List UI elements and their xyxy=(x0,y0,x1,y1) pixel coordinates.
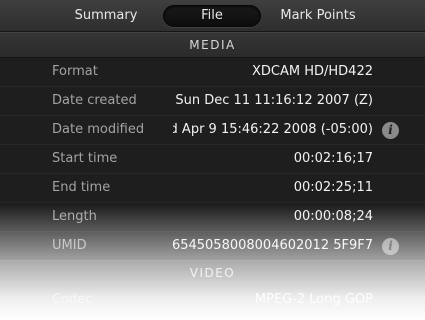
umid-value: 060A2B340101010501010D4313000000A010EF19… xyxy=(173,238,373,253)
umid-label: UMID xyxy=(52,238,87,253)
row-end-time: End time 00:02:25;11 xyxy=(0,174,425,203)
end-time-value: 00:02:25;11 xyxy=(293,180,373,195)
date-modified-text: Wed Apr 9 15:46:22 2008 (-05:00) xyxy=(173,122,373,137)
umid-info-icon[interactable]: i xyxy=(382,238,399,255)
codec-value: MPEG-2 Long GOP xyxy=(254,292,373,307)
section-header-video: VIDEO xyxy=(0,260,425,286)
tab-file[interactable]: File xyxy=(163,5,261,27)
codec-label: Codec xyxy=(52,292,93,307)
date-created-label: Date created xyxy=(52,93,137,108)
length-value: 00:00:08;24 xyxy=(293,209,373,224)
row-format: Format XDCAM HD/HD422 xyxy=(0,58,425,87)
row-umid: UMID 060A2B340101010501010D4313000000A01… xyxy=(0,232,425,261)
date-modified-label: Date modified xyxy=(52,122,145,137)
date-modified-info-icon[interactable]: i xyxy=(382,122,399,139)
row-date-modified: Date modified Wed Apr 9 15:46:22 2008 (-… xyxy=(0,116,425,145)
file-info-panel: Summary File Mark Points MEDIA Format XD… xyxy=(0,0,425,320)
start-time-value: 00:02:16;17 xyxy=(293,151,373,166)
row-start-time: Start time 00:02:16;17 xyxy=(0,145,425,174)
row-codec: Codec MPEG-2 Long GOP xyxy=(0,286,425,315)
tab-mark-points[interactable]: Mark Points xyxy=(270,5,366,27)
format-value: XDCAM HD/HD422 xyxy=(252,64,373,79)
length-label: Length xyxy=(52,209,97,224)
date-modified-value: Wed Apr 9 15:46:22 2008 (-05:00) xyxy=(173,122,373,137)
umid-text: 060A2B340101010501010D4313000000A010EF19… xyxy=(173,238,373,253)
tab-bar: Summary File Mark Points xyxy=(0,0,425,32)
format-label: Format xyxy=(52,64,98,79)
end-time-label: End time xyxy=(52,180,111,195)
date-created-value: Sun Dec 11 11:16:12 2007 (Z) xyxy=(175,93,373,108)
row-date-created: Date created Sun Dec 11 11:16:12 2007 (Z… xyxy=(0,87,425,116)
row-length: Length 00:00:08;24 xyxy=(0,203,425,232)
start-time-label: Start time xyxy=(52,151,118,166)
section-header-media: MEDIA xyxy=(0,32,425,58)
tab-summary[interactable]: Summary xyxy=(60,5,152,27)
